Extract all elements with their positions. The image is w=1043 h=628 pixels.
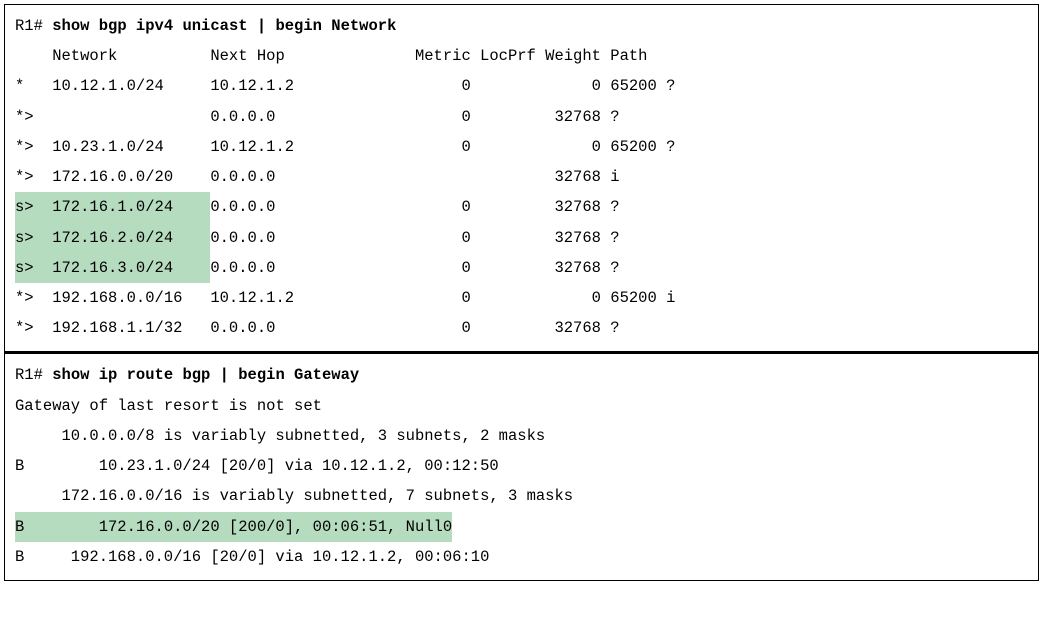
- col-network: 172.16.2.0/24: [52, 223, 210, 253]
- col-status: s>: [15, 192, 52, 222]
- terminal-output-box: R1# show bgp ipv4 unicast | begin Networ…: [4, 4, 1039, 581]
- route-rows-container: Gateway of last resort is not set 10.0.0.…: [15, 391, 1028, 572]
- bgp-row: *10.12.1.0/2410.12.1.20065200 ?: [15, 71, 1028, 101]
- command-text: show bgp ipv4 unicast | begin Network: [52, 17, 396, 35]
- col-status: *: [15, 71, 52, 101]
- col-nexthop: 10.12.1.2: [210, 132, 415, 162]
- col-status: *>: [15, 162, 52, 192]
- col-nexthop: 0.0.0.0: [210, 102, 415, 132]
- col-weight-header: Weight: [536, 41, 601, 71]
- highlighted-route: B172.16.0.0/20 [200/0], 00:06:51, Null0: [15, 512, 452, 542]
- command-text: show ip route bgp | begin Gateway: [52, 366, 359, 384]
- command-line-2: R1# show ip route bgp | begin Gateway: [15, 360, 1028, 390]
- bgp-row: *>10.23.1.0/2410.12.1.20065200 ?: [15, 132, 1028, 162]
- col-metric: 0: [415, 71, 471, 101]
- col-network: 192.168.1.1/32: [52, 313, 210, 343]
- col-path: ?: [601, 102, 620, 132]
- col-path: ?: [601, 253, 620, 283]
- col-nexthop: 0.0.0.0: [210, 223, 415, 253]
- col-network: 172.16.3.0/24: [52, 253, 210, 283]
- col-network: 172.16.0.0/20: [52, 162, 210, 192]
- route-text: 10.23.1.0/24 [20/0] via 10.12.1.2, 00:12…: [99, 457, 499, 475]
- bgp-row: *> 0.0.0.00 32768?: [15, 102, 1028, 132]
- col-locprf-header: LocPrf: [471, 41, 536, 71]
- col-network: 10.23.1.0/24: [52, 132, 210, 162]
- col-nexthop-header: Next Hop: [210, 41, 415, 71]
- section-ip-route: R1# show ip route bgp | begin Gateway Ga…: [5, 354, 1038, 580]
- col-path: ?: [601, 223, 620, 253]
- bgp-row: s>172.16.3.0/240.0.0.00 32768?: [15, 253, 1028, 283]
- col-path: 65200 ?: [601, 132, 675, 162]
- col-status: s>: [15, 223, 52, 253]
- route-code: B: [15, 451, 99, 481]
- col-nexthop: 0.0.0.0: [210, 162, 415, 192]
- col-nexthop: 0.0.0.0: [210, 253, 415, 283]
- route-row: B10.23.1.0/24 [20/0] via 10.12.1.2, 00:1…: [15, 451, 1028, 481]
- route-row: B192.168.0.0/16 [20/0] via 10.12.1.2, 00…: [15, 542, 1028, 572]
- col-weight: 0: [536, 71, 601, 101]
- command-line-1: R1# show bgp ipv4 unicast | begin Networ…: [15, 11, 1028, 41]
- bgp-rows-container: *10.12.1.0/2410.12.1.20065200 ? *>0.0.0.…: [15, 71, 1028, 343]
- col-metric: 0: [415, 223, 471, 253]
- col-weight: 32768: [536, 223, 601, 253]
- col-weight: 32768: [536, 192, 601, 222]
- col-nexthop: 10.12.1.2: [210, 283, 415, 313]
- bgp-row: s>172.16.2.0/240.0.0.00 32768?: [15, 223, 1028, 253]
- col-status: *>: [15, 283, 52, 313]
- col-path: ?: [601, 313, 620, 343]
- route-text: 172.16.0.0/20 [200/0], 00:06:51, Null0: [99, 518, 452, 536]
- route-code: B: [15, 542, 71, 572]
- col-path: i: [601, 162, 620, 192]
- col-metric-header: Metric: [415, 41, 471, 71]
- col-status: *>: [15, 102, 52, 132]
- route-row: Gateway of last resort is not set: [15, 391, 1028, 421]
- section-bgp-unicast: R1# show bgp ipv4 unicast | begin Networ…: [5, 5, 1038, 351]
- col-network-header: Network: [52, 41, 210, 71]
- col-metric: 0: [415, 132, 471, 162]
- col-weight: 32768: [536, 253, 601, 283]
- route-row: 10.0.0.0/8 is variably subnetted, 3 subn…: [15, 421, 1028, 451]
- bgp-row: s>172.16.1.0/240.0.0.00 32768?: [15, 192, 1028, 222]
- bgp-row: *>192.168.1.1/320.0.0.00 32768?: [15, 313, 1028, 343]
- bgp-header-row: NetworkNext HopMetricLocPrfWeightPath: [15, 41, 1028, 71]
- col-weight: 32768: [536, 102, 601, 132]
- col-network: 192.168.0.0/16: [52, 283, 210, 313]
- bgp-row: *>172.16.0.0/200.0.0.0 32768i: [15, 162, 1028, 192]
- col-path-header: Path: [601, 41, 648, 71]
- col-status: *>: [15, 132, 52, 162]
- col-nexthop: 10.12.1.2: [210, 71, 415, 101]
- highlighted-prefix: s>172.16.1.0/24: [15, 192, 210, 222]
- route-code: B: [15, 512, 99, 542]
- col-metric: 0: [415, 192, 471, 222]
- route-row: 172.16.0.0/16 is variably subnetted, 7 s…: [15, 481, 1028, 511]
- col-weight: 32768: [536, 313, 601, 343]
- router-prompt: R1#: [15, 366, 43, 384]
- col-metric: 0: [415, 253, 471, 283]
- col-status: *>: [15, 313, 52, 343]
- route-text: 172.16.0.0/16 is variably subnetted, 7 s…: [15, 481, 573, 511]
- route-text: 192.168.0.0/16 [20/0] via 10.12.1.2, 00:…: [71, 548, 490, 566]
- route-row: B172.16.0.0/20 [200/0], 00:06:51, Null0: [15, 512, 1028, 542]
- col-path: ?: [601, 192, 620, 222]
- col-weight: 32768: [536, 162, 601, 192]
- highlighted-prefix: s>172.16.2.0/24: [15, 223, 210, 253]
- col-network: 172.16.1.0/24: [52, 192, 210, 222]
- highlighted-prefix: s>172.16.3.0/24: [15, 253, 210, 283]
- col-metric: 0: [415, 313, 471, 343]
- col-nexthop: 0.0.0.0: [210, 313, 415, 343]
- col-path: 65200 i: [601, 283, 675, 313]
- col-status-header: [15, 41, 52, 71]
- route-text: 10.0.0.0/8 is variably subnetted, 3 subn…: [15, 421, 545, 451]
- col-network: 10.12.1.0/24: [52, 71, 210, 101]
- col-path: 65200 ?: [601, 71, 675, 101]
- col-metric: 0: [415, 283, 471, 313]
- route-text: Gateway of last resort is not set: [15, 397, 322, 415]
- col-weight: 0: [536, 283, 601, 313]
- bgp-row: *>192.168.0.0/1610.12.1.20065200 i: [15, 283, 1028, 313]
- col-metric: 0: [415, 102, 471, 132]
- col-nexthop: 0.0.0.0: [210, 192, 415, 222]
- router-prompt: R1#: [15, 17, 43, 35]
- col-status: s>: [15, 253, 52, 283]
- col-weight: 0: [536, 132, 601, 162]
